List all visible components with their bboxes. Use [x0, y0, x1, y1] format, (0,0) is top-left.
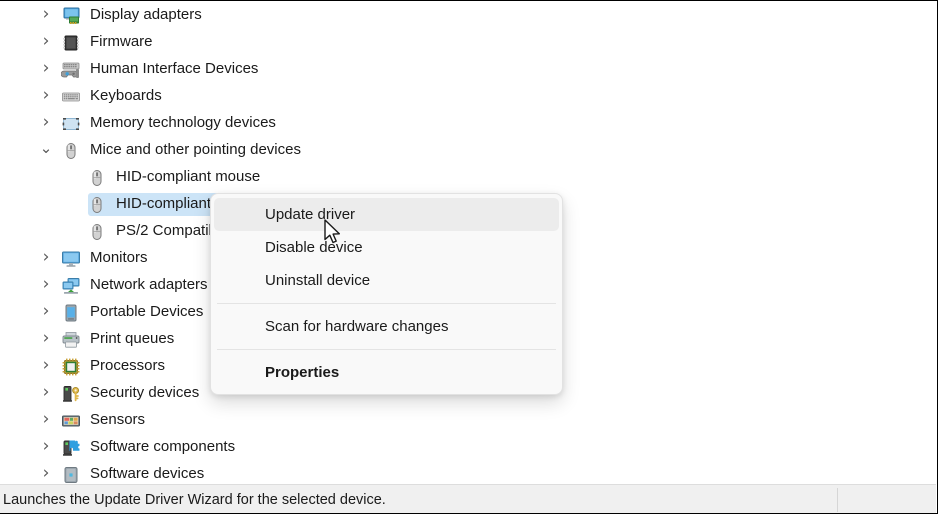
chevron-right-icon[interactable]: › [38, 303, 54, 320]
network-adapter-icon [61, 276, 81, 296]
tree-item[interactable]: › Keyboards [0, 83, 936, 110]
chevron-right-icon[interactable]: › [38, 33, 54, 50]
tree-item-selection [88, 274, 208, 297]
mouse-icon [87, 222, 107, 242]
software-device-icon [61, 465, 81, 484]
monitor-icon [61, 249, 81, 269]
chevron-right-icon[interactable]: › [38, 276, 54, 293]
tree-item-selection [88, 112, 208, 135]
menu-item-label: Disable device [265, 238, 363, 256]
tree-item[interactable]: › Firmware [0, 29, 936, 56]
menu-item-label: Properties [265, 363, 340, 381]
tree-item-selection [88, 58, 208, 81]
menu-item-label: Uninstall device [265, 271, 371, 289]
status-bar-divider [837, 488, 838, 512]
menu-separator [217, 349, 556, 350]
tree-item-selection [88, 355, 208, 378]
tree-item-selection [88, 436, 208, 459]
firmware-chip-icon [61, 33, 81, 53]
tree-item-selection [88, 4, 208, 27]
status-bar-text: Launches the Update Driver Wizard for th… [3, 492, 386, 508]
menu-item[interactable]: Uninstall device [214, 264, 559, 297]
tree-item[interactable]: › Display adapters [0, 2, 936, 29]
chevron-right-icon[interactable]: › [38, 438, 54, 455]
menu-separator [217, 303, 556, 304]
mouse-icon [61, 141, 81, 161]
tree-item-selection [88, 31, 208, 54]
chevron-right-icon[interactable]: › [38, 330, 54, 347]
tree-item-selection [88, 247, 208, 270]
device-manager-window: › Display adapters › Firmware › Human Interfa… [0, 0, 938, 514]
status-bar: Launches the Update Driver Wizard for th… [0, 484, 936, 513]
device-context-menu[interactable]: Update driver Disable device Uninstall dev… [210, 193, 563, 395]
chevron-right-icon[interactable]: › [38, 87, 54, 104]
chevron-right-icon[interactable]: › [38, 114, 54, 131]
chevron-right-icon[interactable]: › [38, 357, 54, 374]
tree-item[interactable]: › Software devices [0, 461, 936, 483]
tree-item-selection [88, 85, 208, 108]
keyboard-icon [61, 87, 81, 107]
printer-icon [61, 330, 81, 350]
chevron-right-icon[interactable]: › [38, 249, 54, 266]
display-adapter-icon [61, 6, 81, 26]
software-component-icon [61, 438, 81, 458]
mouse-icon [87, 168, 107, 188]
security-device-icon [61, 384, 81, 404]
menu-item-label: Update driver [265, 205, 356, 223]
tree-item[interactable]: › Human Interface Devices [0, 56, 936, 83]
mouse-icon [87, 195, 107, 215]
tree-item-selection [88, 463, 208, 483]
menu-item[interactable]: Update driver [214, 198, 559, 231]
tree-item[interactable]: ⌄ Mice and other pointing devices [0, 137, 936, 164]
tree-item-selection [88, 409, 208, 432]
chevron-right-icon[interactable]: › [38, 411, 54, 428]
tree-item-selection [88, 301, 208, 324]
chevron-right-icon[interactable]: › [38, 465, 54, 482]
portable-device-icon [61, 303, 81, 323]
tree-item[interactable]: › Sensors [0, 407, 936, 434]
processor-icon [61, 357, 81, 377]
tree-item[interactable]: › Software components [0, 434, 936, 461]
tree-item[interactable]: HID-compliant mouse [0, 164, 936, 191]
chevron-right-icon[interactable]: › [38, 384, 54, 401]
menu-item[interactable]: Properties [214, 356, 559, 389]
tree-item-selection [88, 139, 208, 162]
sensor-icon [61, 411, 81, 431]
memory-device-icon [61, 114, 81, 134]
chevron-right-icon[interactable]: › [38, 6, 54, 23]
chevron-right-icon[interactable]: › [38, 60, 54, 77]
menu-item[interactable]: Scan for hardware changes [214, 310, 559, 343]
menu-item-label: Scan for hardware changes [265, 317, 449, 335]
tree-item-selection [88, 382, 208, 405]
tree-item-selection [88, 328, 208, 351]
menu-item[interactable]: Disable device [214, 231, 559, 264]
tree-item[interactable]: › Memory technology devices [0, 110, 936, 137]
chevron-down-icon[interactable]: ⌄ [38, 140, 54, 156]
hid-gamepad-icon [61, 60, 81, 80]
